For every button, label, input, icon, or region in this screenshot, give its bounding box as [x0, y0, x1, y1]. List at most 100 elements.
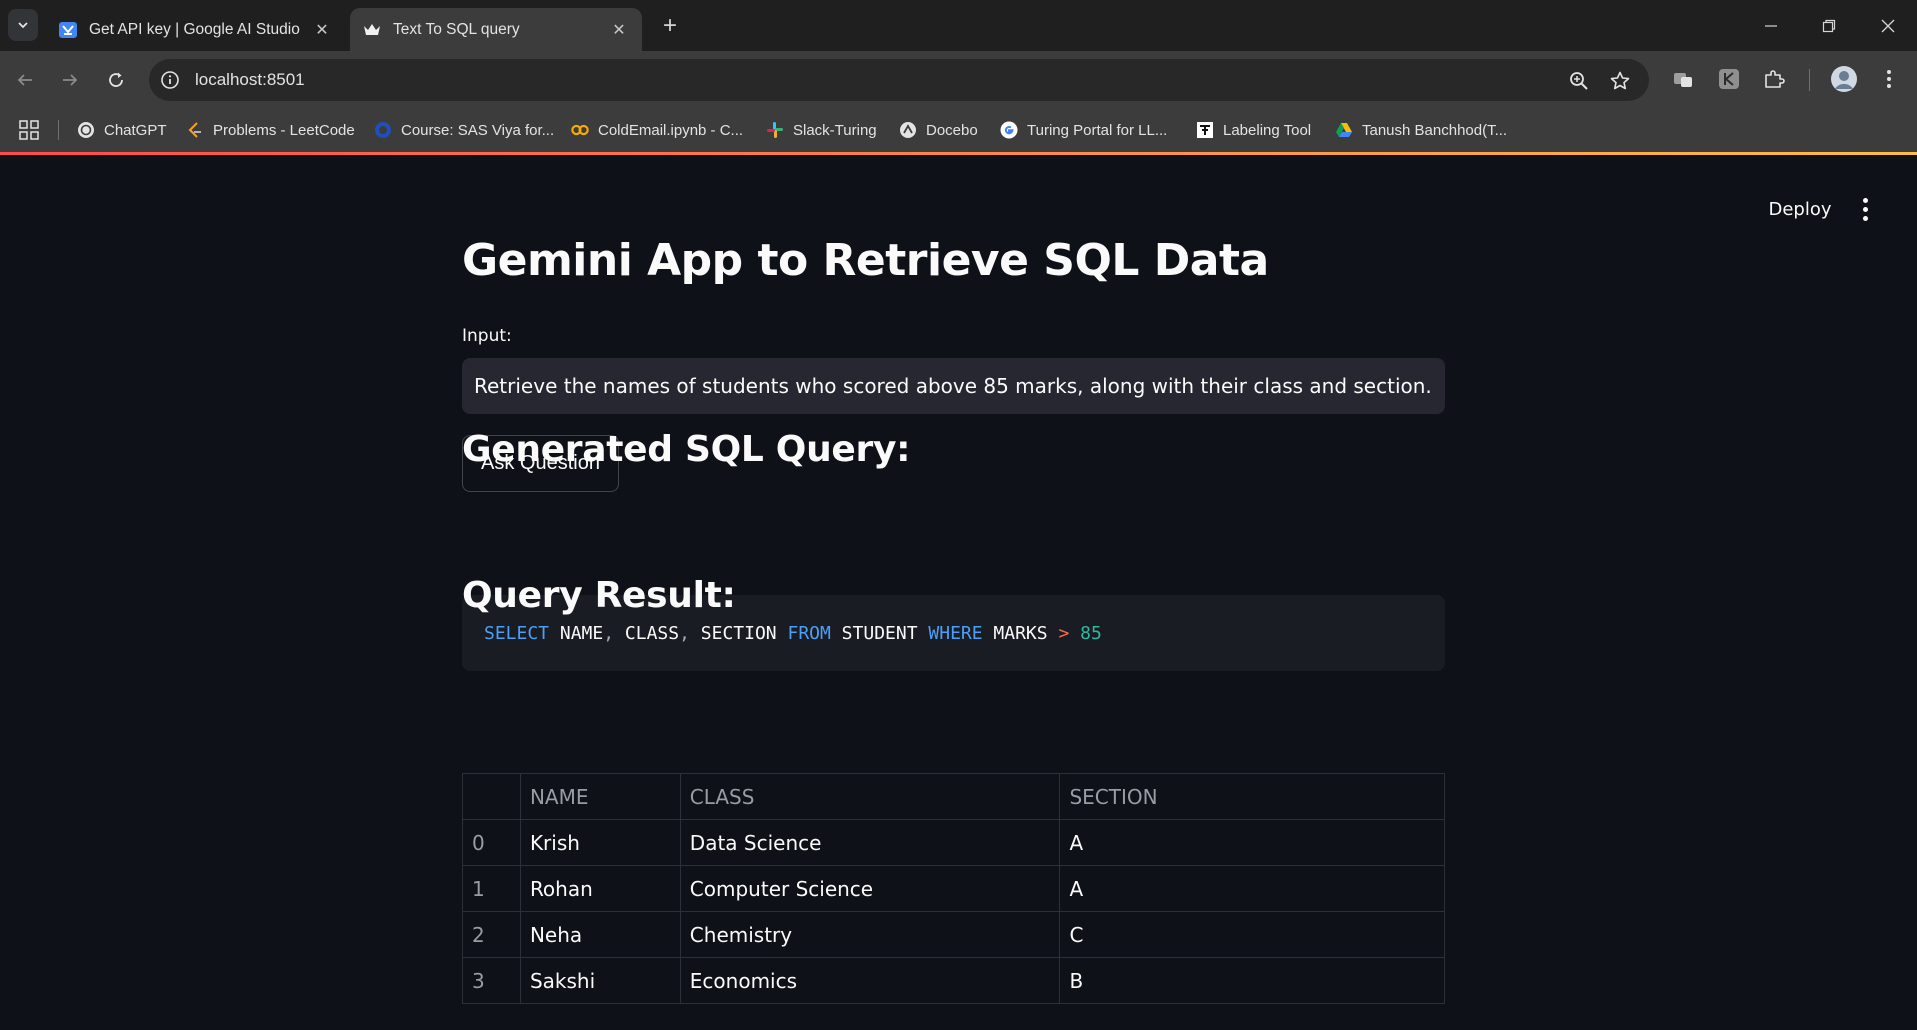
bookmark-labeling-tool[interactable]: Labeling Tool: [1196, 118, 1311, 142]
deploy-button[interactable]: Deploy: [1752, 193, 1848, 225]
cell-section[interactable]: A: [1059, 819, 1445, 866]
input-label: Input:: [462, 326, 512, 346]
sql-token: FROM: [787, 622, 831, 644]
google-ai-studio-icon: [58, 20, 78, 40]
sql-token: SELECT: [484, 622, 550, 644]
google-drive-icon: [1335, 121, 1353, 139]
row-index[interactable]: 3: [462, 957, 521, 1004]
app-main: Deploy Gemini App to Retrieve SQL Data I…: [0, 155, 1917, 1030]
row-index[interactable]: 0: [462, 819, 521, 866]
streamlit-crown-icon: [362, 20, 382, 40]
cell-name[interactable]: Rohan: [519, 865, 681, 912]
extension-translate-icon[interactable]: [1668, 64, 1698, 94]
table-row: 3 Sakshi Economics B: [462, 957, 1445, 1004]
tab-google-ai-studio[interactable]: Get API key | Google AI Studio ✕: [45, 8, 345, 51]
cell-class[interactable]: Data Science: [679, 819, 1061, 866]
close-icon[interactable]: ✕: [608, 19, 630, 41]
query-result-table[interactable]: NAME CLASS SECTION 0 Krish Data Science …: [462, 773, 1445, 1004]
sql-token: ,: [603, 622, 615, 644]
colab-icon: [571, 121, 589, 139]
slack-icon: [766, 121, 784, 139]
apps-grid-icon[interactable]: [18, 119, 40, 141]
bookmark-google-drive[interactable]: Tanush Banchhod(T...: [1335, 118, 1507, 142]
question-input[interactable]: Retrieve the names of students who score…: [462, 358, 1445, 414]
bookmarks-divider: [58, 120, 59, 140]
bookmark-sas-course[interactable]: Course: SAS Viya for...: [374, 118, 554, 142]
cell-class[interactable]: Chemistry: [679, 911, 1061, 958]
cell-name[interactable]: Krish: [519, 819, 681, 866]
sql-token: CLASS: [614, 622, 680, 644]
sql-token: STUDENT: [830, 622, 929, 644]
browser-menu-icon[interactable]: [1874, 64, 1904, 94]
back-button[interactable]: [10, 65, 40, 95]
bookmark-turing-portal[interactable]: Turing Portal for LL...: [1000, 118, 1167, 142]
minimize-icon: [1765, 24, 1777, 27]
close-icon: [1881, 19, 1895, 32]
tab-strip: Get API key | Google AI Studio ✕ Text To…: [0, 0, 1917, 51]
browser-toolbar: localhost:8501: [0, 51, 1917, 108]
bookmark-docebo[interactable]: Docebo: [899, 118, 978, 142]
site-info-icon[interactable]: [159, 69, 181, 91]
address-bar[interactable]: localhost:8501: [149, 59, 1649, 101]
column-header-section[interactable]: SECTION: [1059, 773, 1445, 820]
table-row: 1 Rohan Computer Science A: [462, 865, 1445, 912]
tab-search-button[interactable]: [8, 9, 38, 41]
toolbar-divider: [1809, 69, 1810, 91]
column-header-name[interactable]: NAME: [519, 773, 681, 820]
bookmark-slack[interactable]: Slack-Turing: [766, 118, 877, 142]
bookmark-coldemail-colab[interactable]: ColdEmail.ipynb - C...: [571, 118, 743, 142]
restore-button[interactable]: [1800, 0, 1858, 51]
bookmarks-bar: ChatGPT Problems - LeetCode Course: SAS …: [0, 108, 1917, 152]
chatgpt-icon: [77, 121, 95, 139]
url-text: localhost:8501: [195, 70, 305, 89]
course-icon: [374, 121, 392, 139]
sql-token: >: [1058, 622, 1070, 644]
docebo-icon: [899, 121, 917, 139]
sql-token: WHERE: [928, 622, 983, 644]
cell-name[interactable]: Sakshi: [519, 957, 681, 1004]
plus-icon: +: [662, 12, 677, 39]
new-tab-button[interactable]: +: [656, 12, 684, 39]
cell-section[interactable]: C: [1059, 911, 1445, 958]
cell-section[interactable]: A: [1059, 865, 1445, 912]
cell-class[interactable]: Computer Science: [679, 865, 1061, 912]
zoom-icon[interactable]: [1567, 69, 1591, 93]
sql-heading: Generated SQL Query:: [462, 429, 911, 470]
window-close-button[interactable]: [1859, 0, 1917, 51]
tab-title: Get API key | Google AI Studio: [89, 20, 300, 38]
profile-avatar[interactable]: [1829, 64, 1859, 94]
extensions-puzzle-icon[interactable]: [1759, 64, 1789, 94]
row-index[interactable]: 2: [462, 911, 521, 958]
sql-token: SECTION: [689, 622, 788, 644]
cell-class[interactable]: Economics: [679, 957, 1061, 1004]
sql-token: ,: [679, 622, 690, 644]
column-header-class[interactable]: CLASS: [679, 773, 1061, 820]
row-index[interactable]: 1: [462, 865, 521, 912]
forward-button[interactable]: [55, 65, 85, 95]
main-menu-button[interactable]: [1850, 191, 1880, 227]
leetcode-icon: [186, 121, 204, 139]
sql-token: NAME: [549, 622, 604, 644]
reload-icon: [109, 72, 123, 87]
reload-button[interactable]: [101, 65, 131, 95]
sql-token: MARKS: [982, 622, 1059, 644]
cell-section[interactable]: B: [1059, 957, 1445, 1004]
chevron-down-icon: [18, 22, 28, 29]
restore-icon: [1822, 19, 1836, 32]
cell-name[interactable]: Neha: [519, 911, 681, 958]
tab-text-to-sql[interactable]: Text To SQL query ✕: [350, 8, 642, 51]
minimize-button[interactable]: [1742, 0, 1800, 51]
bookmark-chatgpt[interactable]: ChatGPT: [77, 118, 167, 142]
google-icon: [1000, 121, 1018, 139]
close-icon[interactable]: ✕: [311, 19, 333, 41]
sql-token: 85: [1069, 622, 1102, 644]
column-header-index[interactable]: [462, 773, 521, 820]
table-row: 2 Neha Chemistry C: [462, 911, 1445, 958]
bookmark-leetcode[interactable]: Problems - LeetCode: [186, 118, 355, 142]
bookmark-star-icon[interactable]: [1608, 69, 1632, 93]
arrow-left-icon: [17, 74, 32, 86]
table-header-row: NAME CLASS SECTION: [462, 773, 1445, 820]
more-vertical-icon: [1862, 197, 1868, 221]
extension-k-icon[interactable]: [1714, 64, 1744, 94]
tab-title: Text To SQL query: [393, 20, 520, 38]
